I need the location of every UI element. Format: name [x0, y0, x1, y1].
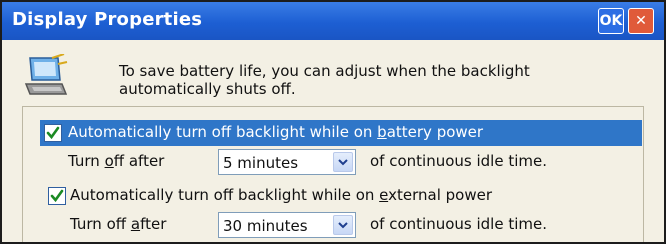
- external-timeout-value: 30 minutes: [223, 217, 308, 235]
- ok-button[interactable]: OK: [598, 8, 624, 34]
- external-timeout-dropdown[interactable]: 30 minutes: [218, 212, 356, 238]
- external-label-prefix: Automatically turn off backlight while o…: [70, 186, 380, 204]
- battery-label-mnemonic: b: [377, 123, 387, 141]
- external-tail-text: of continuous idle time.: [370, 215, 547, 233]
- external-turn-off-label: Turn off after: [70, 215, 166, 233]
- display-properties-window: Display Properties OK ✕ To save battery …: [0, 0, 666, 244]
- battery-turn-off-prefix: Turn: [68, 152, 105, 170]
- external-label-mnemonic: e: [379, 186, 389, 204]
- checkmark-icon: [50, 189, 64, 203]
- external-power-checkbox[interactable]: [48, 187, 66, 205]
- external-power-label[interactable]: Automatically turn off backlight while o…: [70, 186, 492, 204]
- battery-turn-off-label: Turn off after: [68, 152, 164, 170]
- external-label-suffix: xternal power: [388, 186, 493, 204]
- laptop-backlight-icon: [22, 53, 68, 100]
- close-button[interactable]: ✕: [628, 8, 654, 34]
- battery-power-label[interactable]: Automatically turn off backlight while o…: [68, 123, 483, 141]
- battery-turn-off-suffix: ff after: [113, 152, 165, 170]
- battery-timeout-dropdown[interactable]: 5 minutes: [218, 149, 356, 175]
- description-line-1: To save battery life, you can adjust whe…: [119, 62, 530, 80]
- dropdown-arrow-icon[interactable]: [333, 152, 353, 172]
- ok-label: OK: [599, 13, 623, 29]
- battery-label-prefix: Automatically turn off backlight while o…: [68, 123, 378, 141]
- dropdown-arrow-icon[interactable]: [333, 215, 353, 235]
- title-bar: Display Properties OK ✕: [2, 2, 664, 40]
- external-turn-off-suffix: fter: [140, 215, 167, 233]
- close-icon: ✕: [635, 13, 647, 29]
- external-turn-off-prefix: Turn off: [70, 215, 131, 233]
- battery-timeout-value: 5 minutes: [223, 154, 299, 172]
- checkmark-icon: [46, 126, 60, 140]
- battery-label-suffix: attery power: [386, 123, 484, 141]
- battery-power-checkbox[interactable]: [44, 124, 62, 142]
- description-line-2: automatically shuts off.: [119, 80, 296, 98]
- external-turn-off-mnemonic: a: [130, 215, 141, 233]
- battery-tail-text: of continuous idle time.: [370, 152, 547, 170]
- description-text: To save battery life, you can adjust whe…: [119, 62, 599, 98]
- window-title: Display Properties: [12, 9, 203, 30]
- battery-turn-off-mnemonic: o: [104, 152, 114, 170]
